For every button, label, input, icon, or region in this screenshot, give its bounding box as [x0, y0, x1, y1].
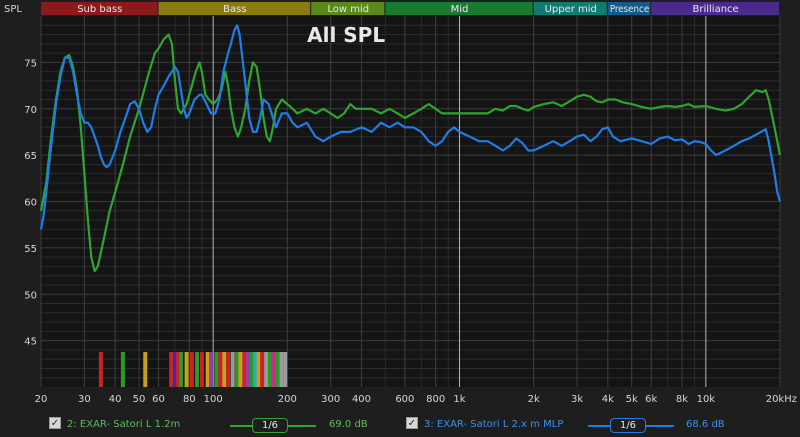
spl-chart: 45 50 55 60 65 70 75 20 30 40 50 60 80 100 200 300 400 60… [4, 2, 797, 405]
y-tick-label: 70 [24, 105, 37, 116]
x-tick-label: 30 [78, 394, 91, 405]
band-label: Mid [451, 4, 469, 15]
x-tick-label: 60 [152, 394, 165, 405]
y-tick-label: 45 [24, 337, 37, 348]
frequency-marker [184, 352, 189, 387]
x-tick-label: 300 [321, 394, 340, 405]
frequency-marker [195, 352, 200, 387]
frequency-marker [253, 352, 258, 387]
frequency-marker [279, 352, 284, 387]
x-tick-label: 4k [602, 394, 614, 405]
x-tick-label: 100 [204, 394, 223, 405]
frequency-marker [264, 352, 269, 387]
frequency-marker [245, 352, 250, 387]
x-tick-label: 5k [626, 394, 638, 405]
frequency-marker [260, 352, 265, 387]
frequency-marker [256, 352, 261, 387]
x-tick-label: 800 [426, 394, 445, 405]
band-label: Bass [223, 4, 246, 15]
x-tick-label: 2k [528, 394, 540, 405]
band-label: Upper mid [545, 4, 597, 15]
y-tick-label: 65 [24, 151, 37, 162]
series-3-label[interactable]: 3: EXAR- Satori L 2.x m MLP [424, 419, 563, 430]
x-tick-label: 6k [645, 394, 657, 405]
x-tick-label: 80 [183, 394, 196, 405]
frequency-marker [226, 352, 231, 387]
chart-title: All SPL [307, 23, 385, 47]
frequency-marker [271, 352, 276, 387]
x-tick-label: 8k [676, 394, 688, 405]
frequency-marker [283, 352, 288, 387]
series-2-average-level: 69.0 dB [329, 419, 368, 430]
x-tick-label: 20 [35, 394, 48, 405]
x-tick-label: 40 [109, 394, 122, 405]
band-label: Sub bass [77, 4, 122, 15]
frequency-marker [214, 352, 219, 387]
series-2-checkbox[interactable]: ✓ [49, 417, 61, 429]
x-tick-label: 20kHz [766, 394, 797, 405]
frequency-marker [120, 352, 125, 387]
frequency-marker [275, 352, 280, 387]
frequency-marker [199, 352, 204, 387]
frequency-marker [189, 352, 194, 387]
y-tick-label: 55 [24, 244, 37, 255]
band-label: Presence [610, 4, 649, 15]
frequency-marker [143, 352, 148, 387]
series-3-smoothing-control[interactable]: 1/6 [588, 417, 674, 433]
frequency-marker [98, 352, 103, 387]
y-tick-label: 50 [24, 290, 37, 301]
frequency-marker [230, 352, 235, 387]
series-3-checkbox[interactable]: ✓ [406, 417, 418, 429]
series-2-smoothing-control[interactable]: 1/6 [230, 417, 316, 433]
band-label: Brilliance [692, 4, 738, 15]
x-tick-label: 50 [133, 394, 146, 405]
frequency-marker [218, 352, 223, 387]
y-tick-label: 60 [24, 198, 37, 209]
frequency-marker [209, 352, 214, 387]
x-tick-label: 600 [395, 394, 414, 405]
frequency-marker [267, 352, 272, 387]
frequency-marker [169, 352, 174, 387]
legend-bar: ✓ 2: EXAR- Satori L 1.2m 1/6 69.0 dB ✓ 3… [0, 414, 800, 437]
x-tick-label: 200 [278, 394, 297, 405]
y-axis-label: SPL [4, 4, 22, 15]
x-tick-label: 10k [697, 394, 716, 405]
frequency-marker [249, 352, 254, 387]
series-3-average-level: 68.6 dB [686, 419, 725, 430]
series-3-smoothing-value[interactable]: 1/6 [610, 418, 646, 433]
y-tick-label: 75 [24, 58, 37, 69]
x-tick-label: 3k [571, 394, 583, 405]
band-label: Low mid [327, 4, 369, 15]
series-2-smoothing-value[interactable]: 1/6 [252, 418, 288, 433]
x-tick-label: 1k [453, 394, 465, 405]
x-tick-label: 400 [352, 394, 371, 405]
frequency-marker [178, 352, 183, 387]
frequency-marker [222, 352, 227, 387]
series-2-label[interactable]: 2: EXAR- Satori L 1.2m [67, 419, 180, 430]
frequency-marker [238, 352, 243, 387]
